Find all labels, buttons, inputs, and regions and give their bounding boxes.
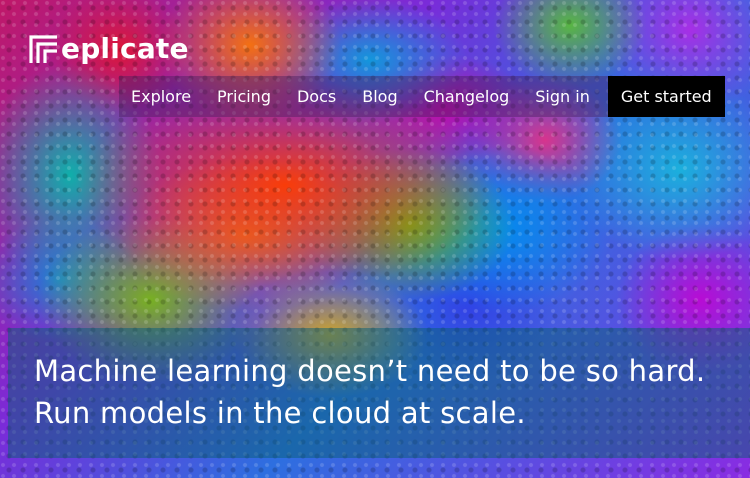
nav-link-pricing[interactable]: Pricing <box>204 76 284 117</box>
logo-wordmark: eplicate <box>61 32 189 65</box>
hero-headline-line-1: Machine learning doesn’t need to be so h… <box>34 354 706 388</box>
nav-link-docs[interactable]: Docs <box>284 76 349 117</box>
nav-link-sign-in[interactable]: Sign in <box>522 76 603 117</box>
nav-link-blog[interactable]: Blog <box>349 76 410 117</box>
hero-banner: Machine learning doesn’t need to be so h… <box>8 328 750 458</box>
nav-link-explore[interactable]: Explore <box>119 76 204 117</box>
main-nav: Explore Pricing Docs Blog Changelog Sign… <box>119 76 725 117</box>
get-started-button[interactable]: Get started <box>607 76 725 117</box>
nav-link-changelog[interactable]: Changelog <box>411 76 523 117</box>
replicate-logo-mark-icon <box>29 35 57 63</box>
nav-links-bar: Explore Pricing Docs Blog Changelog Sign… <box>119 76 608 117</box>
replicate-logo[interactable]: eplicate <box>28 31 189 67</box>
hero-headline-line-2: Run models in the cloud at scale. <box>34 396 526 430</box>
